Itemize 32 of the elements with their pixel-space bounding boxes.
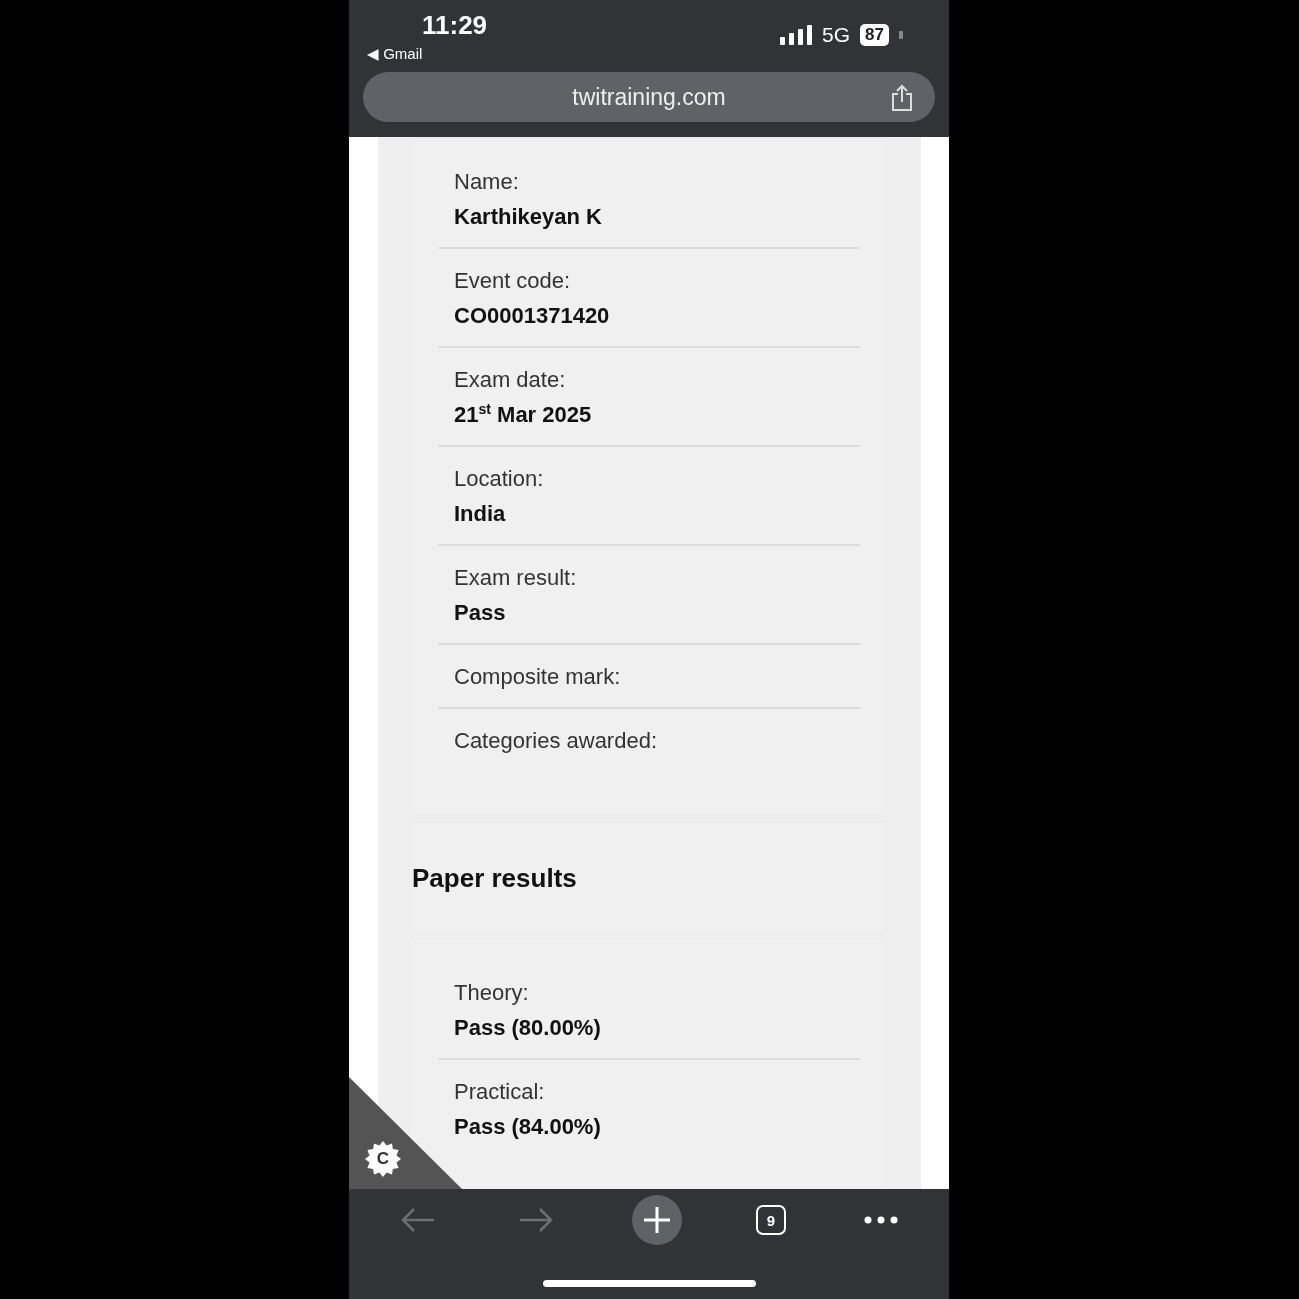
- field-value: Pass: [454, 599, 507, 627]
- field-label: Name:: [454, 168, 520, 196]
- status-time: 11:29: [422, 10, 488, 41]
- field-value: CO0001371420: [454, 302, 611, 330]
- field-value: 21$^{st}$ Mar 2025: [454, 401, 593, 429]
- left-arrow-icon: [400, 1206, 436, 1234]
- signal-icon: [780, 25, 813, 45]
- field-label: Theory:: [454, 979, 530, 1007]
- section-heading: Paper results: [412, 863, 578, 894]
- field-value: Karthikeyan K: [454, 203, 603, 231]
- network-label: 5G: [822, 23, 851, 47]
- field-label: Exam date:: [454, 366, 567, 394]
- field-value: Pass (84.00%): [454, 1113, 602, 1141]
- share-icon[interactable]: [890, 84, 914, 112]
- field-label: Event code:: [454, 267, 572, 295]
- new-tab-button[interactable]: [632, 1195, 682, 1245]
- field-label: Categories awarded:: [454, 727, 658, 755]
- tabs-button[interactable]: 9: [756, 1205, 786, 1235]
- back-to-app-link[interactable]: ◀ Gmail: [367, 45, 423, 63]
- field-value: India: [454, 500, 507, 528]
- address-bar[interactable]: twitraining.com: [363, 72, 935, 122]
- field-value: Pass (80.00%): [454, 1014, 602, 1042]
- more-icon: [864, 1216, 898, 1224]
- field-label: Exam result:: [454, 564, 578, 592]
- field-label: Practical:: [454, 1078, 546, 1106]
- plus-icon: [643, 1206, 671, 1234]
- field-label: Composite mark:: [454, 663, 622, 691]
- battery-level: 87: [860, 24, 889, 46]
- battery-tip-icon: [899, 31, 903, 39]
- url-text: twitraining.com: [572, 83, 726, 111]
- field-label: Location:: [454, 465, 545, 493]
- right-arrow-icon: [518, 1206, 554, 1234]
